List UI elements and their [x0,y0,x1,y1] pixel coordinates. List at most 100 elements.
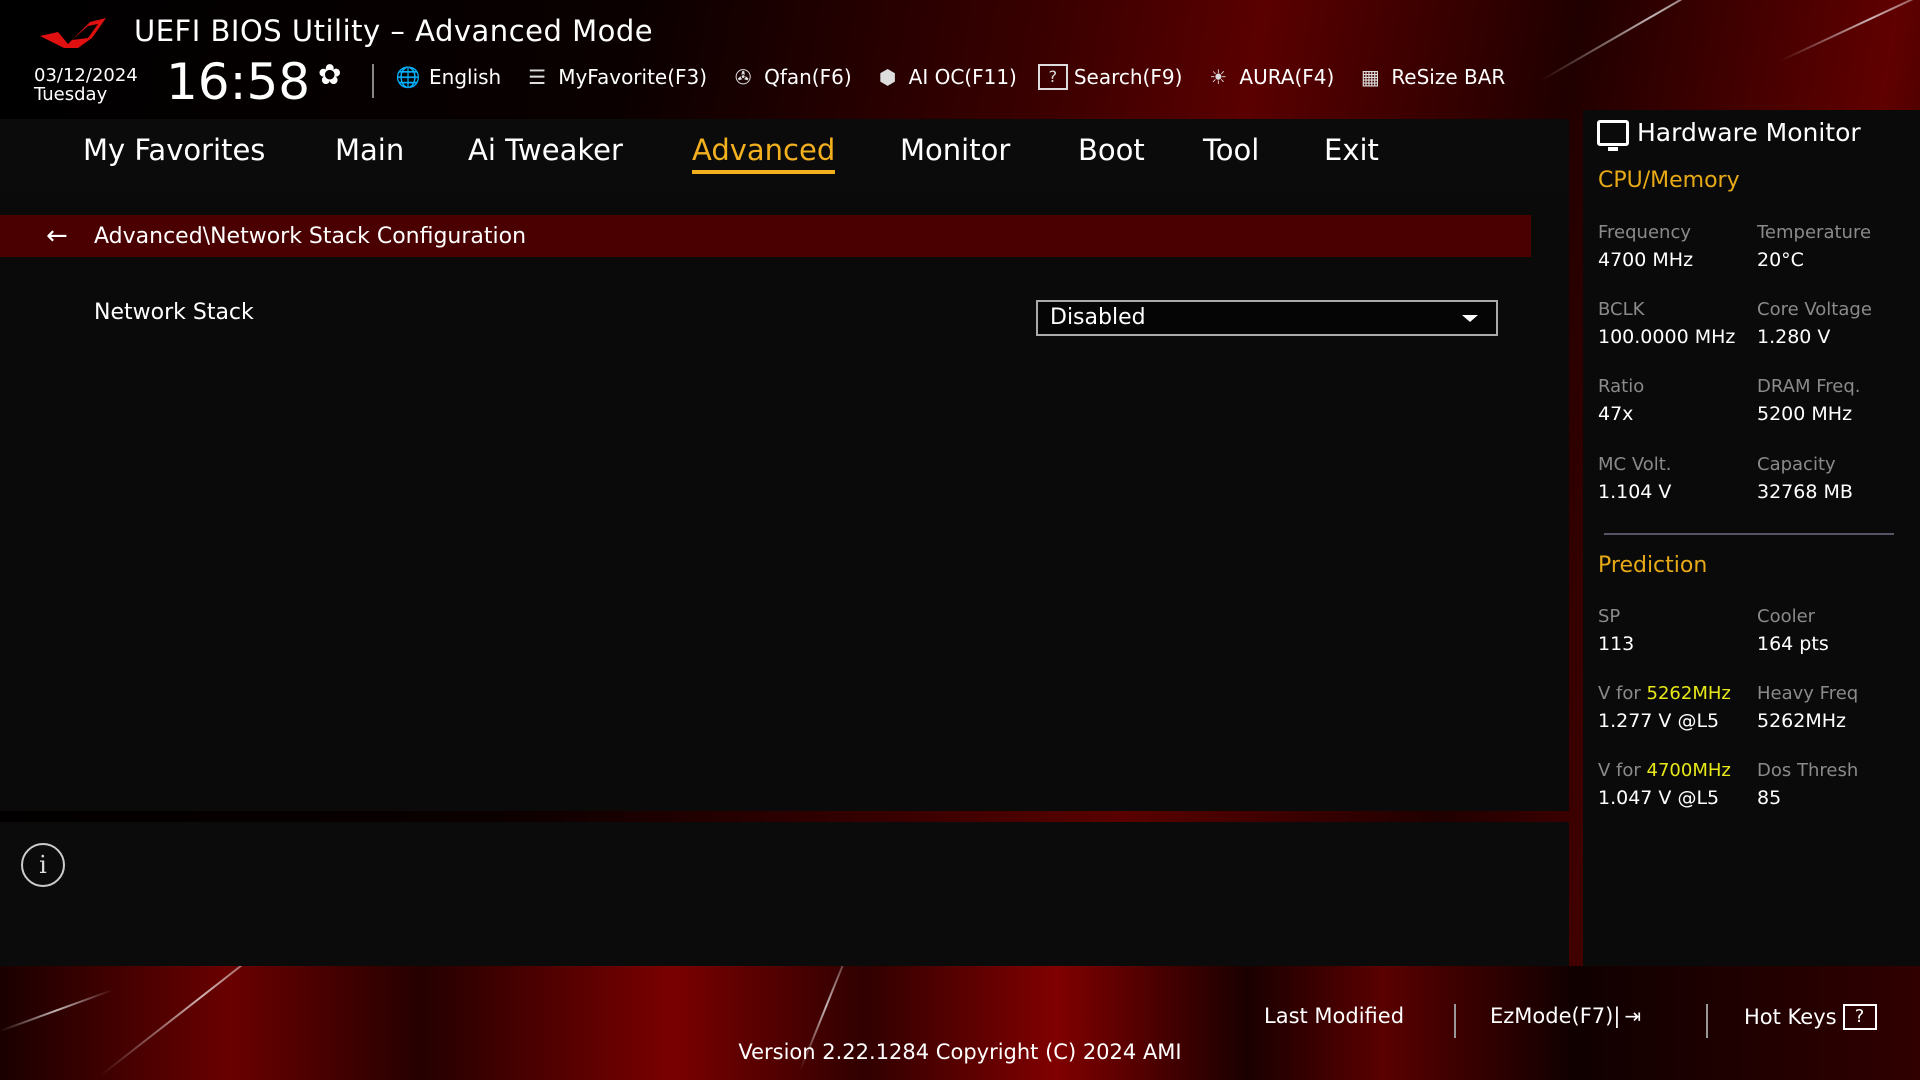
hw-label: MC Volt. [1598,454,1672,475]
hw-value: 5200 MHz [1757,403,1853,425]
hw-sp: SP 113 [1598,606,1758,655]
toolbar-aura[interactable]: ☀ AURA(F4) [1203,64,1334,90]
hw-value: 100.0000 MHz [1598,326,1736,348]
hw-value: 47x [1598,403,1634,425]
hw-value: 1.277 V @L5 [1598,710,1720,732]
hardware-monitor-panel: Hardware Monitor CPU/Memory Frequency 470… [1583,110,1920,966]
exit-arrow-icon: ⇥ [1624,1004,1642,1028]
favorite-list-icon: ☰ [528,65,547,89]
hw-label: V for 4700MHz [1598,760,1758,781]
hw-v-for-heavy: V for 5262MHz 1.277 V @L5 [1598,683,1758,732]
clock[interactable]: 16:58 [166,54,310,110]
select-value: Disabled [1050,305,1146,330]
hw-label: SP [1598,606,1621,627]
section-cpu-memory: CPU/Memory [1598,168,1740,193]
hw-label: Cooler [1757,606,1816,627]
toolbar-label: AURA(F4) [1239,65,1335,89]
back-arrow-icon[interactable]: ← [46,221,68,251]
toolbar-label: English [429,65,502,89]
setting-row-network-stack[interactable]: Network Stack Disabled [0,265,1531,336]
hw-value: 5262MHz [1757,710,1847,732]
weekday: Tuesday [34,84,108,105]
toolbar-language[interactable]: 🌐 English [393,64,502,90]
settings-panel: ← Advanced\Network Stack Configuration N… [0,191,1569,811]
hw-value: 164 pts [1757,633,1829,655]
hw-value: 4700 MHz [1598,249,1694,271]
network-stack-select[interactable]: Disabled [1036,300,1498,336]
hw-ratio: Ratio 47x [1598,376,1758,425]
tab-tool[interactable]: Tool [1203,133,1259,170]
hw-temperature: Temperature 20°C [1757,222,1917,271]
gear-icon[interactable]: ✿ [318,58,341,91]
main-nav: My Favorites Main Ai Tweaker Advanced Mo… [0,119,1569,191]
toolbar-ai-oc[interactable]: ⬢ AI OC(F11) [873,64,1017,90]
hw-value: 1.280 V [1757,326,1831,348]
hw-bclk: BCLK 100.0000 MHz [1598,299,1758,348]
tab-boot[interactable]: Boot [1078,133,1145,170]
hardware-monitor-title: Hardware Monitor [1597,118,1861,151]
hardware-monitor-label: Hardware Monitor [1637,118,1861,147]
toolbar-label: Search(F9) [1073,65,1183,89]
hw-mc-volt: MC Volt. 1.104 V [1598,454,1758,503]
resize-bar-icon: ▦ [1360,65,1380,89]
tab-monitor[interactable]: Monitor [900,133,1010,170]
toolbar-label: AI OC(F11) [908,65,1017,89]
hw-label: DRAM Freq. [1757,376,1861,397]
toolbar-label: ReSize BAR [1391,65,1506,89]
toolbar-resize-bar[interactable]: ▦ ReSize BAR [1355,64,1505,90]
toolbar-label: Qfan(F6) [764,65,852,89]
toolbar-myfavorite[interactable]: ☰ MyFavorite(F3) [522,64,707,90]
aura-light-icon: ☀ [1209,65,1228,89]
hw-dram-freq: DRAM Freq. 5200 MHz [1757,376,1917,425]
hw-label: Ratio [1598,376,1645,397]
tab-main[interactable]: Main [335,133,404,170]
search-help-icon: ? [1037,64,1068,90]
tab-my-favorites[interactable]: My Favorites [83,133,265,170]
hw-label: Heavy Freq [1757,683,1859,704]
hw-label-freq: 4700MHz [1646,760,1731,781]
toolbar-qfan[interactable]: ✇ Qfan(F6) [728,64,852,90]
fan-icon: ✇ [734,65,752,89]
hw-cooler: Cooler 164 pts [1757,606,1917,655]
toolbar: 🌐 English ☰ MyFavorite(F3) ✇ Qfan(F6) ⬢ AI O… [393,64,1526,90]
globe-icon: 🌐 [395,65,421,89]
section-prediction: Prediction [1598,553,1708,578]
hw-dos-thresh: Dos Thresh 85 [1757,760,1917,809]
version-info: Version 2.22.1284 Copyright (C) 2024 AMI [738,1040,1182,1064]
toolbar-search[interactable]: ? Search(F9) [1037,64,1183,90]
hw-label: BCLK [1598,299,1645,320]
rog-logo-icon [40,18,106,48]
hw-label-prefix: V for [1598,760,1647,781]
hw-label: Temperature [1757,222,1872,243]
divider [1706,1004,1708,1038]
tab-exit[interactable]: Exit [1324,133,1379,170]
breadcrumb-path: Advanced\Network Stack Configuration [94,224,527,249]
divider [372,64,374,98]
tab-ai-tweaker[interactable]: Ai Tweaker [468,133,623,170]
hw-value: 1.104 V [1598,481,1672,503]
hot-keys-button[interactable]: Hot Keys ? [1744,1004,1877,1030]
header: UEFI BIOS Utility – Advanced Mode 03/12/… [0,0,1920,118]
toolbar-label: MyFavorite(F3) [558,65,708,89]
monitor-icon [1597,119,1629,151]
hw-value: 1.047 V @L5 [1598,787,1720,809]
hw-heavy-freq: Heavy Freq 5262MHz [1757,683,1917,732]
help-question-icon: ? [1842,1004,1877,1030]
hw-value: 32768 MB [1757,481,1853,503]
tab-advanced[interactable]: Advanced [692,133,836,174]
last-modified-button[interactable]: Last Modified [1264,1004,1404,1028]
divider [1454,1004,1456,1038]
divider [1604,533,1894,535]
hw-frequency: Frequency 4700 MHz [1598,222,1758,271]
hw-label: Capacity [1757,454,1836,475]
hw-label: Core Voltage [1757,299,1872,320]
hw-label-freq: 5262MHz [1646,683,1731,704]
ezmode-button[interactable]: EzMode(F7)| ⇥ [1490,1004,1641,1028]
date-display: 03/12/2024 Tuesday [34,66,138,104]
ezmode-label: EzMode(F7)| [1490,1004,1621,1028]
hw-label: Dos Thresh [1757,760,1859,781]
hw-core-voltage: Core Voltage 1.280 V [1757,299,1917,348]
breadcrumb: ← Advanced\Network Stack Configuration [0,215,1531,257]
hw-label: Frequency [1598,222,1691,243]
date: 03/12/2024 [34,65,138,86]
